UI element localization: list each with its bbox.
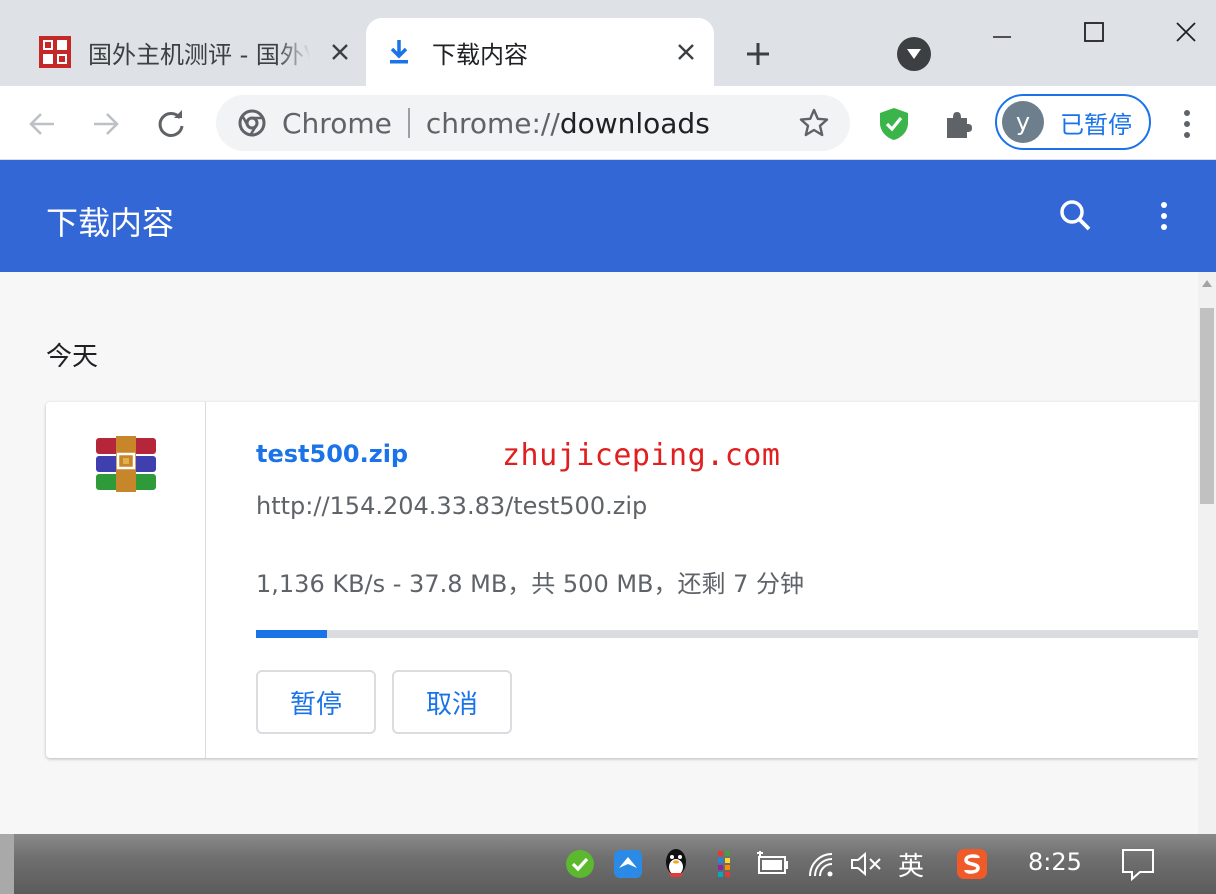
tab-site[interactable]: 国外主机测评 - 国外VPS — [22, 18, 362, 86]
puzzle-icon — [947, 112, 972, 138]
new-tab-button[interactable] — [740, 36, 776, 72]
ime-language-indicator[interactable]: 英 — [898, 846, 924, 883]
address-bar[interactable]: Chrome chrome://downloads — [216, 95, 850, 151]
site-chip-label: Chrome — [282, 106, 392, 140]
bird-tray-icon[interactable] — [610, 846, 646, 882]
back-button[interactable] — [22, 104, 62, 144]
volume-muted-icon[interactable] — [848, 846, 884, 882]
tab-title: 下载内容 — [432, 40, 528, 69]
battery-icon[interactable] — [754, 846, 790, 882]
download-icon — [390, 40, 408, 64]
arrow-right-icon — [94, 113, 119, 135]
tab-search-button[interactable] — [897, 37, 931, 71]
reload-icon — [158, 110, 184, 137]
profile-button[interactable]: y 已暂停 — [995, 94, 1151, 150]
tab-downloads[interactable]: 下载内容 — [366, 18, 714, 86]
scrollbar[interactable] — [1198, 272, 1216, 834]
close-tab-icon[interactable] — [326, 38, 354, 66]
downloads-header: 下载内容 — [0, 160, 1216, 272]
browser-menu-button[interactable] — [1172, 104, 1202, 144]
clock[interactable]: 8:25 — [1028, 848, 1082, 876]
url-text[interactable]: chrome://downloads — [426, 107, 710, 140]
watermark-text: zhujiceping.com — [502, 438, 781, 473]
extensions-button[interactable] — [938, 104, 978, 144]
shield-extension-button[interactable] — [874, 104, 914, 144]
close-icon — [1176, 22, 1196, 42]
minimize-button[interactable] — [982, 14, 1022, 50]
security-tray-icon[interactable] — [562, 846, 598, 882]
progress-bar — [256, 630, 1198, 638]
archive-file-icon — [96, 436, 156, 492]
browser-toolbar: Chrome chrome://downloads y 已暂停 — [0, 86, 1216, 160]
divider — [407, 108, 410, 138]
bookmark-star-icon[interactable] — [798, 107, 830, 139]
downloads-list: 今天 test500.zip zhujiceping.com http://15… — [0, 272, 1198, 834]
tab-strip: 国外主机测评 - 国外VPS 下载内容 — [0, 0, 1216, 86]
chrome-logo-icon — [238, 109, 266, 137]
file-name-link[interactable]: test500.zip — [256, 440, 408, 468]
date-group-label: 今天 — [46, 342, 99, 372]
url-path: downloads — [559, 106, 710, 140]
wifi-icon[interactable] — [804, 846, 840, 882]
pause-button[interactable]: 暂停 — [256, 670, 376, 734]
scroll-thumb[interactable] — [1200, 308, 1214, 504]
sogou-ime-icon[interactable] — [954, 846, 990, 882]
taskbar: 英 8:25 — [0, 834, 1216, 894]
maximize-button[interactable] — [1074, 14, 1114, 50]
download-status: 1,136 KB/s - 37.8 MB，共 500 MB，还剩 7 分钟 — [256, 570, 805, 598]
downloads-menu-button[interactable] — [1150, 196, 1178, 236]
taskbar-edge — [0, 834, 14, 894]
site-seal-icon — [39, 36, 71, 68]
chevron-down-icon — [907, 49, 921, 59]
avatar: y — [1002, 101, 1044, 143]
minimize-icon — [993, 36, 1011, 38]
reload-button[interactable] — [151, 104, 191, 144]
plus-icon — [747, 43, 769, 65]
url-scheme: chrome:// — [425, 106, 560, 140]
color-grid-tray-icon[interactable] — [706, 846, 742, 882]
arrow-left-icon — [29, 113, 54, 135]
close-window-button[interactable] — [1166, 14, 1206, 50]
progress-fill — [256, 630, 328, 638]
scroll-up-arrow-icon[interactable] — [1202, 280, 1212, 287]
download-item: test500.zip zhujiceping.com http://154.2… — [46, 402, 1198, 758]
qq-penguin-icon[interactable] — [658, 846, 694, 882]
search-icon[interactable] — [1056, 196, 1096, 236]
shield-check-icon — [880, 108, 908, 140]
close-tab-icon[interactable] — [672, 38, 700, 66]
file-icon-column — [46, 402, 206, 758]
page-title: 下载内容 — [46, 204, 175, 242]
profile-status-label: 已暂停 — [1060, 110, 1132, 139]
tab-title: 国外主机测评 - 国外VPS — [88, 40, 310, 69]
maximize-icon — [1084, 22, 1104, 42]
forward-button[interactable] — [86, 104, 126, 144]
cancel-button[interactable]: 取消 — [392, 670, 512, 734]
notification-center-icon[interactable] — [1120, 846, 1156, 882]
file-url-link[interactable]: http://154.204.33.83/test500.zip — [256, 492, 647, 520]
